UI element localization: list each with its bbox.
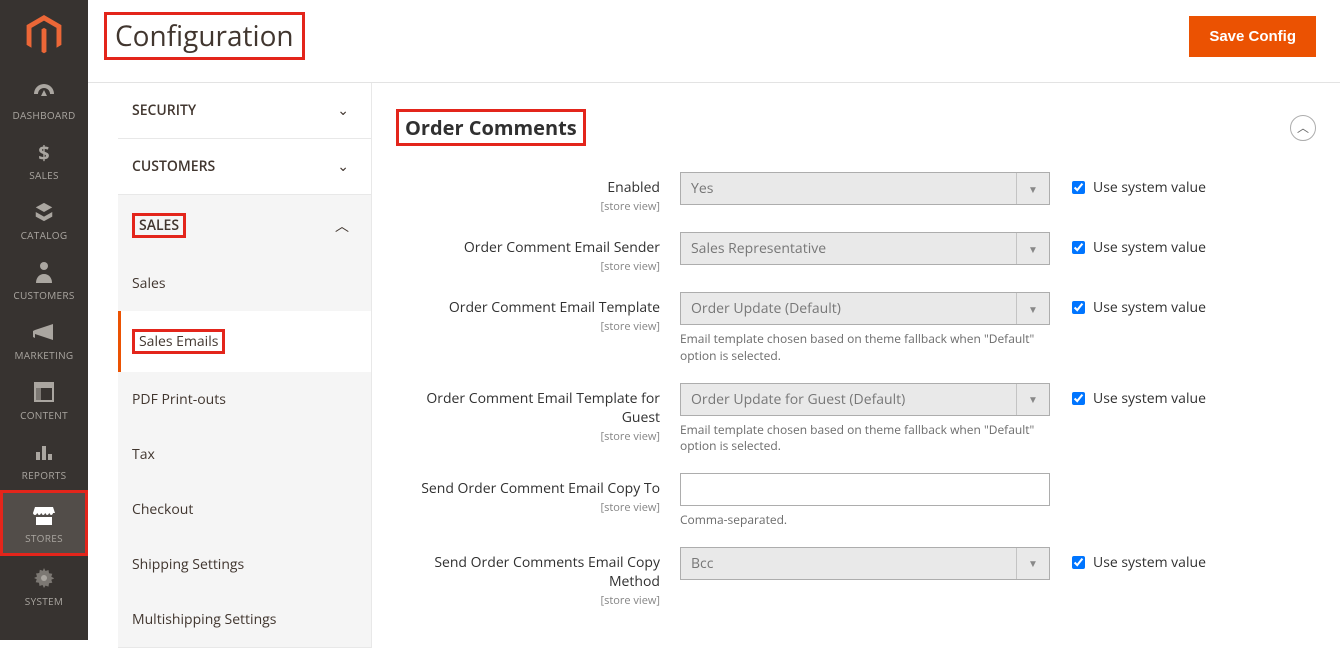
content: SECURITY ⌄ CUSTOMERS ⌄ SALES ︿ <box>88 83 1340 648</box>
form-panel: Order Comments ︿ Enabled [store view] Ye… <box>372 83 1340 648</box>
nav-reports[interactable]: REPORTS <box>0 430 88 490</box>
page-header: Configuration Save Config <box>88 0 1340 83</box>
chevron-up-icon: ︿ <box>1297 119 1309 136</box>
section-title: Order Comments <box>396 109 586 146</box>
caret-down-icon: ▼ <box>1016 548 1049 579</box>
system-icon <box>34 566 54 590</box>
field-template: Order Comment Email Template [store view… <box>396 292 1316 365</box>
reports-icon <box>34 440 54 464</box>
enabled-use-system-checkbox[interactable] <box>1072 181 1085 194</box>
field-copy-to: Send Order Comment Email Copy To [store … <box>396 473 1316 529</box>
config-sidebar: SECURITY ⌄ CUSTOMERS ⌄ SALES ︿ <box>88 83 372 648</box>
nav-marketing[interactable]: MARKETING <box>0 310 88 370</box>
field-copy-method: Send Order Comments Email Copy Method [s… <box>396 547 1316 608</box>
sender-select: Sales Representative ▼ <box>680 232 1050 265</box>
magento-logo-icon <box>26 15 62 55</box>
sender-use-system-checkbox[interactable] <box>1072 241 1085 254</box>
subnav-pdf-printouts[interactable]: PDF Print-outs <box>118 372 371 427</box>
marketing-icon <box>33 320 55 344</box>
copy-method-use-system-checkbox[interactable] <box>1072 556 1085 569</box>
nav-sales[interactable]: $ SALES <box>0 130 88 190</box>
caret-down-icon: ▼ <box>1016 173 1049 204</box>
dashboard-icon <box>32 80 56 104</box>
caret-down-icon: ▼ <box>1016 384 1049 415</box>
admin-sidebar: DASHBOARD $ SALES CATALOG CUSTOMERS MARK… <box>0 0 88 640</box>
sidebar-group-sales: SALES ︿ Sales Sales Emails PDF Print-out… <box>118 195 371 648</box>
field-template-guest: Order Comment Email Template for Guest [… <box>396 383 1316 456</box>
stores-icon <box>33 503 55 527</box>
subnav-tax[interactable]: Tax <box>118 427 371 482</box>
chevron-down-icon: ⌄ <box>337 157 349 176</box>
copy-method-select: Bcc ▼ <box>680 547 1050 580</box>
template-guest-use-system-checkbox[interactable] <box>1072 392 1085 405</box>
dollar-icon: $ <box>38 140 49 164</box>
nav-stores[interactable]: STORES <box>0 490 88 556</box>
chevron-down-icon: ⌄ <box>337 101 349 120</box>
chevron-up-icon: ︿ <box>335 216 349 236</box>
subnav-sales-emails[interactable]: Sales Emails <box>118 311 371 372</box>
page-title: Configuration <box>104 12 305 60</box>
sidebar-group-customers[interactable]: CUSTOMERS ⌄ <box>118 139 371 195</box>
page: Configuration Save Config SECURITY ⌄ CUS… <box>88 0 1340 648</box>
section-header: Order Comments ︿ <box>396 109 1316 146</box>
nav-system[interactable]: SYSTEM <box>0 556 88 616</box>
magento-logo <box>0 0 88 70</box>
template-select: Order Update (Default) ▼ <box>680 292 1050 325</box>
template-guest-select: Order Update for Guest (Default) ▼ <box>680 383 1050 416</box>
subnav-sales[interactable]: Sales <box>118 256 371 311</box>
collapse-section-button[interactable]: ︿ <box>1290 115 1316 141</box>
caret-down-icon: ▼ <box>1016 233 1049 264</box>
field-sender: Order Comment Email Sender [store view] … <box>396 232 1316 274</box>
caret-down-icon: ▼ <box>1016 293 1049 324</box>
subnav-checkout[interactable]: Checkout <box>118 482 371 537</box>
enabled-select: Yes ▼ <box>680 172 1050 205</box>
sidebar-group-security[interactable]: SECURITY ⌄ <box>118 83 371 139</box>
nav-content[interactable]: CONTENT <box>0 370 88 430</box>
nav-customers[interactable]: CUSTOMERS <box>0 250 88 310</box>
subnav-multishipping[interactable]: Multishipping Settings <box>118 592 371 647</box>
save-config-button[interactable]: Save Config <box>1189 16 1316 57</box>
template-use-system-checkbox[interactable] <box>1072 301 1085 314</box>
content-icon <box>34 380 54 404</box>
subnav-shipping-settings[interactable]: Shipping Settings <box>118 537 371 592</box>
field-enabled: Enabled [store view] Yes ▼ Use system va… <box>396 172 1316 214</box>
nav-dashboard[interactable]: DASHBOARD <box>0 70 88 130</box>
nav-catalog[interactable]: CATALOG <box>0 190 88 250</box>
customers-icon <box>35 260 53 284</box>
catalog-icon <box>33 200 55 224</box>
copy-to-input[interactable] <box>680 473 1050 506</box>
